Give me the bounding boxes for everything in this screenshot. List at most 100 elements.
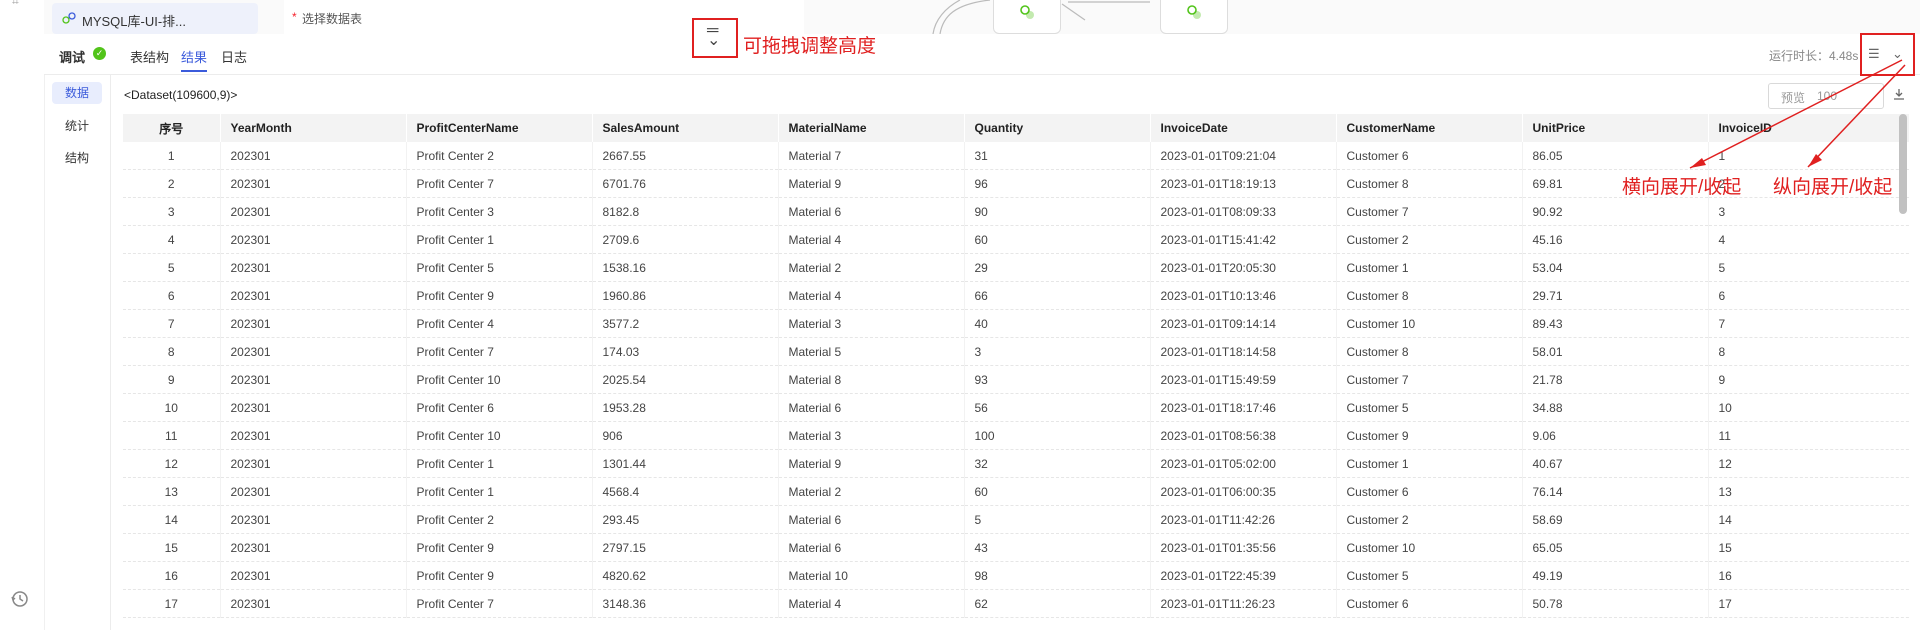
table-row[interactable]: 9 202301 Profit Center 10 2025.54 Material 8… [123,365,1909,394]
table-cell: 2023-01-01T10:13:46 [1150,281,1337,310]
table-cell: 4 [1708,225,1909,254]
column-header[interactable]: MaterialName [778,114,965,142]
table-cell: Profit Center 1 [406,225,593,254]
table-row[interactable]: 6 202301 Profit Center 9 1960.86 Material 46… [123,281,1909,310]
table-cell: 174.03 [592,337,779,366]
table-cell: 89.43 [1522,309,1709,338]
table-cell: 1301.44 [592,449,779,478]
required-mark: * [292,10,297,24]
table-cell: 202301 [220,142,407,170]
table-cell: 3 [1708,197,1909,226]
table-cell: Material 4 [778,225,965,254]
table-cell: 906 [592,421,779,450]
table-cell: 2023-01-01T09:14:14 [1150,309,1337,338]
table-row[interactable]: 13 202301 Profit Center 1 4568.4 Material 26… [123,477,1909,506]
table-cell: 4820.62 [592,561,779,590]
table-cell: 202301 [220,533,407,562]
table-cell: Customer 7 [1336,365,1523,394]
table-cell: 2023-01-01T08:56:38 [1150,421,1337,450]
table-cell: 202301 [220,197,407,226]
table-cell: Profit Center 5 [406,253,593,282]
column-header[interactable]: CustomerName [1336,114,1523,142]
table-cell: Profit Center 1 [406,449,593,478]
table-cell: Profit Center 9 [406,533,593,562]
table-cell: Profit Center 7 [406,337,593,366]
left-rail [0,0,45,630]
column-header[interactable]: SalesAmount [592,114,779,142]
table-row[interactable]: 4 202301 Profit Center 1 2709.6 Material 4 60… [123,225,1909,254]
flow-canvas[interactable] [815,0,1920,34]
flow-node[interactable] [1160,0,1228,34]
side-menu-stats[interactable]: 统计 [52,115,102,137]
table-row[interactable]: 8 202301 Profit Center 7 174.03 Material 532… [123,337,1909,366]
table-row[interactable]: 14 202301 Profit Center 2 293.45 Material 65… [123,505,1909,534]
grid-icon[interactable]: ⌗ [12,0,30,8]
column-header[interactable]: Quantity [964,114,1151,142]
table-cell: Material 6 [778,505,965,534]
table-cell: 21.78 [1522,365,1709,394]
table-row[interactable]: 3 202301 Profit Center 3 8182.8 Material 6 90… [123,197,1909,226]
table-row[interactable]: 1 202301 Profit Center 2 2667.55 Material 73… [123,142,1909,170]
table-row[interactable]: 12 202301 Profit Center 1 1301.44 Material 9… [123,449,1909,478]
table-cell: Material 2 [778,253,965,282]
table-cell: 202301 [220,169,407,198]
table-cell: Material 6 [778,197,965,226]
column-header[interactable]: 序号 [123,114,221,142]
table-cell: Material 3 [778,421,965,450]
history-icon[interactable] [9,588,31,610]
table-cell: Customer 8 [1336,169,1523,198]
tab-log[interactable]: 日志 [221,47,247,66]
side-menu-data[interactable]: 数据 [52,82,102,104]
table-cell: 2023-01-01T08:09:33 [1150,197,1337,226]
table-cell: 4568.4 [592,477,779,506]
table-cell: 5 [123,253,221,282]
column-header[interactable]: InvoiceDate [1150,114,1337,142]
transform-node-icon [1020,5,1034,19]
table-cell: 6 [1708,281,1909,310]
table-cell: 2023-01-01T01:35:56 [1150,533,1337,562]
table-cell: Material 4 [778,281,965,310]
table-cell: Material 9 [778,169,965,198]
table-cell: Material 6 [778,533,965,562]
table-cell: 65.05 [1522,533,1709,562]
table-cell: Customer 2 [1336,505,1523,534]
table-cell: Material 2 [778,477,965,506]
tab-result[interactable]: 结果 [181,47,207,66]
side-menu-schema[interactable]: 结构 [52,147,102,169]
table-cell: Material 8 [778,365,965,394]
table-cell: Customer 2 [1336,225,1523,254]
table-cell: Material 7 [778,142,965,170]
drag-resize-handle[interactable]: ═ ⌄ [692,18,738,58]
table-cell: 202301 [220,421,407,450]
source-node-card[interactable]: MYSQL库-UI-排... [52,3,258,34]
table-cell: 293.45 [592,505,779,534]
table-cell: 2023-01-01T15:49:59 [1150,365,1337,394]
table-cell: 2023-01-01T09:21:04 [1150,142,1337,170]
table-cell: 12 [1708,449,1909,478]
column-header[interactable]: ProfitCenterName [406,114,593,142]
table-row[interactable]: 16 202301 Profit Center 9 4820.62 Material 1… [123,561,1909,590]
table-cell: Profit Center 10 [406,421,593,450]
table-row[interactable]: 15 202301 Profit Center 9 2797.15 Material 6… [123,533,1909,562]
tab-structure[interactable]: 表结构 [130,47,169,66]
table-body: 1 202301 Profit Center 2 2667.55 Material 73… [123,142,1909,618]
drag-annotation: 可拖拽调整高度 [743,36,877,57]
table-cell: 202301 [220,309,407,338]
table-row[interactable]: 17 202301 Profit Center 7 3148.36 Material 4… [123,589,1909,618]
table-cell: Customer 6 [1336,477,1523,506]
table-row[interactable]: 11 202301 Profit Center 10 906 Material 3 100… [123,421,1909,450]
table-cell: Customer 9 [1336,421,1523,450]
flow-node[interactable] [993,0,1061,34]
debug-tab-bar [44,34,1920,75]
table-cell: 17 [1708,589,1909,618]
column-header[interactable]: YearMonth [220,114,407,142]
table-cell: 202301 [220,505,407,534]
table-row[interactable]: 5 202301 Profit Center 5 1538.16 Material 22… [123,253,1909,282]
vertical-annotation: 纵向展开/收起 [1773,177,1893,198]
table-row[interactable]: 10 202301 Profit Center 6 1953.28 Material 6… [123,393,1909,422]
table-cell: Customer 8 [1336,281,1523,310]
table-cell: 9.06 [1522,421,1709,450]
table-row[interactable]: 7 202301 Profit Center 4 3577.2 Material 3 40… [123,309,1909,338]
table-cell: 12 [123,449,221,478]
table-cell: 40 [964,309,1151,338]
